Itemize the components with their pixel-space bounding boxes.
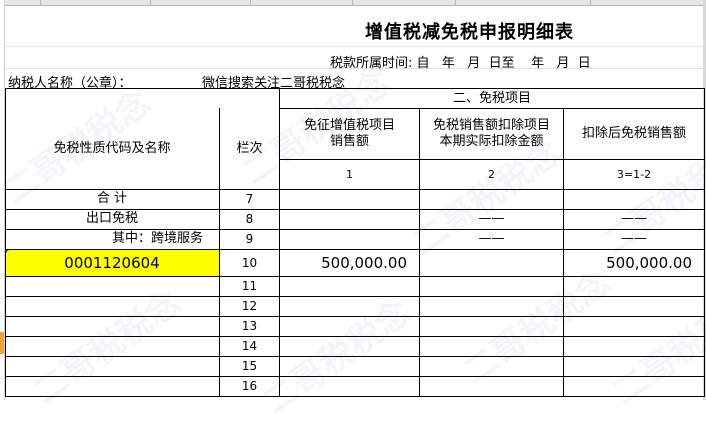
- row-col2-cell[interactable]: [420, 296, 563, 316]
- header-col2: 免税销售额扣除项目 本期实际扣除金额: [432, 118, 550, 149]
- row-line-no-cell[interactable]: 11: [220, 276, 279, 296]
- row-col3-cell[interactable]: [564, 296, 704, 316]
- row-col2-cell[interactable]: [420, 356, 563, 376]
- header-col3-index: 3=1-2: [616, 167, 652, 181]
- header-line-no: 栏次: [236, 141, 263, 156]
- spreadsheet-view: 二哥税税念 二哥税税念 二哥税税念 二哥税税念 二哥税税念 二哥税税念 二哥税税…: [0, 0, 706, 423]
- row-name-cell[interactable]: [5, 376, 219, 396]
- header-col3: 扣除后免税销售额: [581, 126, 686, 141]
- row-col1-cell[interactable]: [280, 376, 419, 396]
- table-line: [5, 396, 705, 397]
- row-col2-cell[interactable]: [420, 249, 563, 276]
- tax-period-line: 税款所属时间: 自 年 月 日至 年 月 日: [330, 56, 591, 71]
- row-line-no-cell[interactable]: 8: [220, 209, 279, 229]
- row-col2-cell[interactable]: ——: [420, 209, 563, 229]
- header-code-name: 免税性质代码及名称: [53, 141, 171, 156]
- row-col3-cell[interactable]: [564, 276, 704, 296]
- column-divider[interactable]: [150, 0, 151, 5]
- row-col2-cell[interactable]: [420, 376, 563, 396]
- row-col1-cell[interactable]: [280, 296, 419, 316]
- row-col2-cell[interactable]: [420, 316, 563, 336]
- header-col2-index: 2: [488, 167, 495, 181]
- row-col1-cell[interactable]: [280, 229, 419, 249]
- row-name-cell[interactable]: [5, 296, 219, 316]
- row-line-no-cell[interactable]: 7: [220, 189, 279, 209]
- row-line-no-cell[interactable]: 13: [220, 316, 279, 336]
- row-col3-cell[interactable]: ——: [564, 229, 704, 249]
- row-name-cell[interactable]: 合 计: [5, 189, 219, 209]
- row-name-cell[interactable]: [5, 316, 219, 336]
- column-header-strip[interactable]: [0, 0, 706, 6]
- row-col2-cell[interactable]: [420, 336, 563, 356]
- row-col1-cell[interactable]: [280, 356, 419, 376]
- row-col1-cell[interactable]: [280, 209, 419, 229]
- row-col1-cell[interactable]: [280, 336, 419, 356]
- row-col1-cell[interactable]: [280, 316, 419, 336]
- row-line-no-cell[interactable]: 15: [220, 356, 279, 376]
- sheet-gridline: [5, 46, 705, 47]
- table-line: [704, 88, 705, 397]
- row-col3-cell[interactable]: [564, 356, 704, 376]
- section-title: 二、免税项目: [452, 91, 531, 106]
- column-divider[interactable]: [40, 0, 41, 5]
- row-col2-cell[interactable]: [420, 276, 563, 296]
- row-col1-cell[interactable]: [280, 276, 419, 296]
- row-selection-marker: [0, 332, 4, 354]
- row-col1-cell[interactable]: 500,000.00: [280, 249, 419, 276]
- row-name-cell[interactable]: [5, 276, 219, 296]
- header-col1-index: 1: [346, 167, 353, 181]
- column-divider[interactable]: [352, 0, 353, 5]
- row-line-no-cell[interactable]: 12: [220, 296, 279, 316]
- row-col3-cell[interactable]: 500,000.00: [564, 249, 704, 276]
- header-col1: 免征增值税项目 销售额: [303, 118, 395, 149]
- row-line-no-cell[interactable]: 14: [220, 336, 279, 356]
- row-name-cell[interactable]: 其中：跨境服务: [5, 229, 219, 249]
- row-name-cell[interactable]: [5, 356, 219, 376]
- column-divider[interactable]: [590, 0, 591, 5]
- row-col3-cell[interactable]: [564, 376, 704, 396]
- row-name-cell[interactable]: [5, 336, 219, 356]
- row-line-no-cell[interactable]: 9: [220, 229, 279, 249]
- row-line-no-cell[interactable]: 16: [220, 376, 279, 396]
- row-name-cell[interactable]: 出口免税: [5, 209, 219, 229]
- row-col3-cell[interactable]: [564, 189, 704, 209]
- row-col3-cell[interactable]: ——: [564, 209, 704, 229]
- row-line-no-cell[interactable]: 10: [220, 249, 279, 276]
- report-title: 增值税减免税申报明细表: [365, 22, 574, 43]
- row-col1-cell[interactable]: [280, 189, 419, 209]
- row-name-cell[interactable]: 0001120604: [5, 249, 219, 276]
- row-col3-cell[interactable]: [564, 336, 704, 356]
- column-divider[interactable]: [250, 0, 251, 5]
- column-divider[interactable]: [455, 0, 456, 5]
- row-col2-cell[interactable]: [420, 189, 563, 209]
- row-col2-cell[interactable]: ——: [420, 229, 563, 249]
- row-col3-cell[interactable]: [564, 316, 704, 336]
